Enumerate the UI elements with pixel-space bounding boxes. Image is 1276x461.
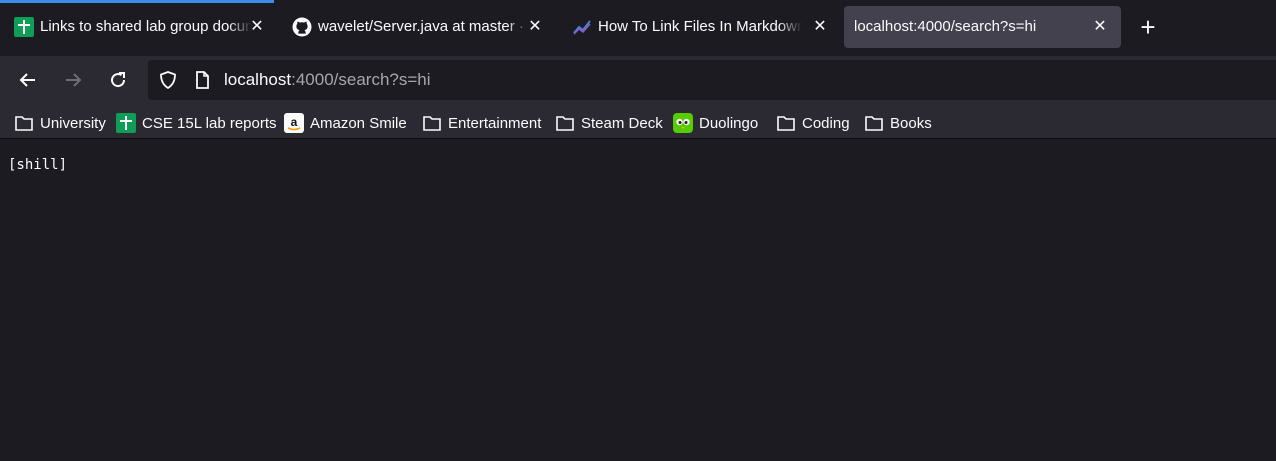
close-icon[interactable]: ✕ bbox=[810, 16, 830, 36]
close-icon[interactable]: ✕ bbox=[1090, 16, 1110, 36]
bookmark-label: Amazon Smile bbox=[310, 114, 407, 132]
reload-icon bbox=[111, 72, 126, 88]
navigation-toolbar: localhost:4000/search?s=hi bbox=[0, 56, 1276, 104]
tab-markdown-links[interactable]: How To Link Files In Markdown ✕ bbox=[562, 6, 836, 48]
bookmark-label: Coding bbox=[802, 114, 850, 132]
bookmark-steam-deck[interactable]: Steam Deck bbox=[555, 112, 663, 134]
google-sheets-icon bbox=[14, 17, 34, 37]
forward-button[interactable] bbox=[59, 66, 87, 94]
reload-button[interactable] bbox=[104, 66, 132, 94]
bookmark-entertainment[interactable]: Entertainment bbox=[422, 112, 541, 134]
bookmark-label: University bbox=[40, 114, 106, 132]
forward-arrow-icon bbox=[66, 73, 82, 87]
folder-icon bbox=[422, 113, 442, 133]
tab-title: Links to shared lab group documents bbox=[40, 18, 252, 35]
bookmark-label: Books bbox=[890, 114, 932, 132]
url-path: :4000/search?s=hi bbox=[291, 70, 431, 89]
tab-lab-group-documents[interactable]: Links to shared lab group documents ✕ bbox=[4, 6, 274, 48]
active-tab-indicator bbox=[0, 0, 274, 3]
google-sheets-icon bbox=[116, 113, 136, 133]
new-tab-button[interactable]: + bbox=[1136, 14, 1160, 40]
tab-wavelet-server[interactable]: wavelet/Server.java at master · ucsd-cse… bbox=[282, 6, 554, 48]
bookmark-label: Steam Deck bbox=[581, 114, 663, 132]
tab-title: wavelet/Server.java at master · ucsd-cse… bbox=[318, 18, 530, 35]
bookmarks-toolbar: University CSE 15L lab reports a Amazon … bbox=[0, 104, 1276, 139]
folder-icon bbox=[14, 113, 34, 133]
amazon-icon: a bbox=[284, 113, 304, 133]
back-button[interactable] bbox=[14, 66, 42, 94]
tab-strip: Links to shared lab group documents ✕ wa… bbox=[0, 0, 1276, 56]
page-content: [shill] bbox=[0, 140, 1276, 461]
svg-text:a: a bbox=[291, 115, 298, 129]
chart-line-icon bbox=[572, 17, 592, 37]
url-bar[interactable]: localhost:4000/search?s=hi bbox=[148, 60, 1276, 100]
url-host: localhost bbox=[224, 70, 292, 89]
folder-icon bbox=[776, 113, 796, 133]
bookmark-coding[interactable]: Coding bbox=[776, 112, 850, 134]
folder-icon bbox=[864, 113, 884, 133]
url-text[interactable]: localhost:4000/search?s=hi bbox=[224, 70, 431, 90]
response-text: [shill] bbox=[8, 157, 68, 173]
folder-icon bbox=[555, 113, 575, 133]
tab-localhost-search[interactable]: localhost:4000/search?s=hi ✕ bbox=[844, 6, 1121, 48]
duolingo-icon bbox=[673, 113, 693, 133]
bookmark-label: CSE 15L lab reports bbox=[142, 114, 277, 132]
bookmark-duolingo[interactable]: Duolingo bbox=[673, 112, 758, 134]
tab-title: localhost:4000/search?s=hi bbox=[854, 18, 1037, 35]
bookmark-university[interactable]: University bbox=[14, 112, 106, 134]
bookmark-label: Duolingo bbox=[699, 114, 759, 132]
close-icon[interactable]: ✕ bbox=[525, 16, 545, 36]
shield-icon[interactable] bbox=[158, 70, 178, 90]
close-icon[interactable]: ✕ bbox=[247, 16, 267, 36]
github-icon bbox=[292, 17, 312, 37]
bookmark-amazon-smile[interactable]: a Amazon Smile bbox=[284, 112, 407, 134]
page-info-icon[interactable] bbox=[192, 70, 212, 90]
bookmark-books[interactable]: Books bbox=[864, 112, 932, 134]
bookmark-label: Entertainment bbox=[448, 114, 542, 132]
back-arrow-icon bbox=[19, 73, 35, 87]
tab-title: How To Link Files In Markdown bbox=[598, 18, 802, 35]
bookmark-cse15l-lab-reports[interactable]: CSE 15L lab reports bbox=[116, 112, 277, 134]
